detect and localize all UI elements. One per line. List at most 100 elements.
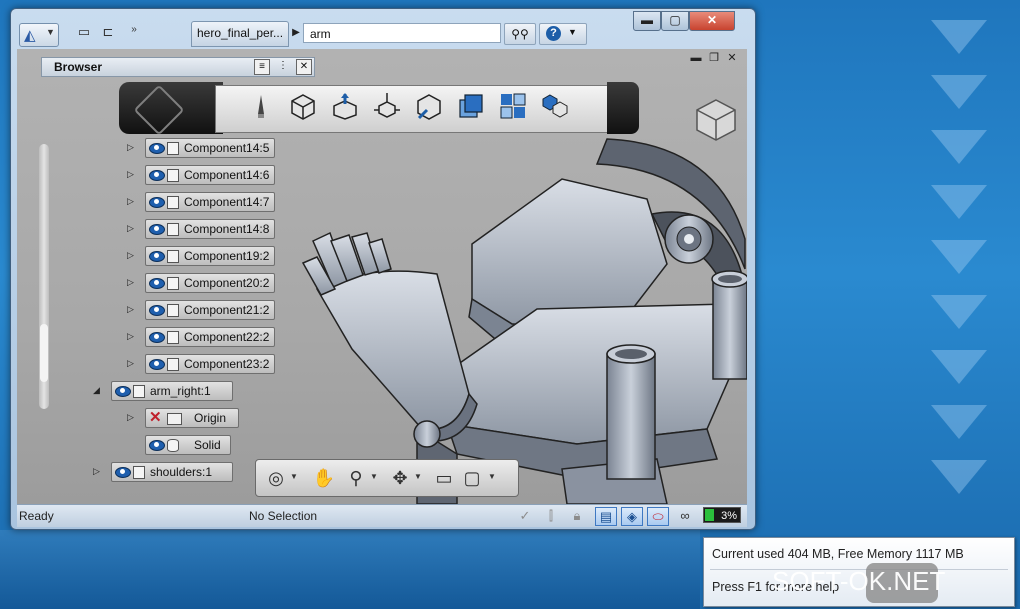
eye-icon[interactable] — [149, 143, 165, 154]
shape-toggle-icon[interactable]: ⬭ — [647, 507, 669, 526]
close-button[interactable]: ✕ — [689, 11, 735, 31]
tab-scroll-arrow-icon[interactable]: ▶ — [289, 23, 303, 43]
browser-close-icon[interactable]: ✕ — [296, 59, 312, 75]
eye-icon[interactable] — [149, 305, 165, 316]
minimize-button[interactable]: ▬ — [633, 11, 661, 31]
toolbar-mode-cap[interactable] — [119, 82, 223, 136]
expand-arrow-icon[interactable]: ▷ — [127, 331, 137, 342]
expand-arrow-icon[interactable]: ▷ — [127, 196, 137, 207]
browser-title: Browser — [54, 60, 103, 74]
grid-toggle-icon[interactable]: ▤ — [595, 507, 617, 526]
inspect-icon[interactable] — [415, 92, 443, 120]
binoculars-icon[interactable]: ⚲⚲ — [504, 23, 536, 45]
component-node[interactable]: Component20:2 — [145, 273, 275, 293]
view-cube-icon[interactable] — [693, 97, 739, 143]
close-pane-icon[interactable]: ✕ — [725, 52, 739, 66]
application-menu-button[interactable]: ◭ ▼ — [19, 23, 59, 47]
sketch-pencil-icon[interactable] — [247, 92, 275, 120]
more-commands-icon[interactable]: » — [123, 24, 145, 44]
expand-arrow-icon[interactable]: ▷ — [127, 250, 137, 261]
expand-arrow-icon[interactable]: ▷ — [93, 466, 103, 477]
layer-toggle-icon[interactable]: ◈ — [621, 507, 643, 526]
assembly-icon[interactable] — [541, 92, 569, 120]
eye-icon[interactable] — [149, 224, 165, 235]
document-tab[interactable]: hero_final_per... — [191, 21, 289, 47]
chevron-icon — [931, 130, 987, 164]
pin-icon[interactable]: ⋮ — [276, 59, 290, 73]
eye-icon[interactable] — [115, 467, 131, 478]
expand-arrow-icon[interactable]: ▷ — [127, 277, 137, 288]
eye-icon[interactable] — [149, 332, 165, 343]
eye-icon[interactable] — [149, 170, 165, 181]
component-node[interactable]: Component21:2 — [145, 300, 275, 320]
chevron-down-icon[interactable]: ▼ — [414, 472, 422, 481]
status-selection: No Selection — [249, 509, 318, 523]
collapse-arrow-icon[interactable]: ◢ — [93, 385, 103, 396]
expand-arrow-icon[interactable]: ▷ — [127, 304, 137, 315]
maximize-button[interactable]: ▢ — [661, 11, 689, 31]
toolbar-end-cap[interactable] — [607, 82, 639, 134]
pan-hand-icon[interactable]: ✋ — [312, 466, 336, 490]
window-icon[interactable] — [457, 92, 485, 120]
extrude-icon[interactable] — [331, 92, 359, 120]
chevron-down-icon: ▼ — [568, 27, 577, 37]
node-label: Component20:2 — [184, 276, 270, 290]
glasses-icon[interactable]: ∞ — [675, 507, 695, 524]
component-node[interactable]: Component14:8 — [145, 219, 275, 239]
node-label: Component22:2 — [184, 330, 270, 344]
component-node[interactable]: Component14:7 — [145, 192, 275, 212]
solid-body-icon — [167, 439, 179, 452]
solid-node[interactable]: Solid — [145, 435, 231, 455]
component-icon — [133, 466, 145, 479]
memory-indicator[interactable]: 3% — [703, 507, 741, 523]
chevron-down-icon[interactable]: ▼ — [488, 472, 496, 481]
component-node[interactable]: Component19:2 — [145, 246, 275, 266]
component-node[interactable]: Component22:2 — [145, 327, 275, 347]
expand-arrow-icon[interactable]: ▷ — [127, 169, 137, 180]
component-node[interactable]: Component14:5 — [145, 138, 275, 158]
help-button[interactable]: ? ▼ — [539, 23, 587, 45]
origin-node[interactable]: ✕ Origin — [145, 408, 239, 428]
eye-icon[interactable] — [149, 278, 165, 289]
grid-icon[interactable] — [499, 92, 527, 120]
checkmark-icon[interactable]: ✓ — [515, 507, 535, 524]
component-node[interactable]: shoulders:1 — [111, 462, 233, 482]
eye-icon[interactable] — [115, 386, 131, 397]
search-input[interactable]: arm — [303, 23, 501, 43]
component-node[interactable]: Component14:6 — [145, 165, 275, 185]
component-icon — [167, 277, 179, 290]
snap-icon[interactable]: ⫿ — [541, 507, 561, 524]
views-icon[interactable]: ▭ — [432, 466, 456, 490]
expand-arrow-icon[interactable]: ▷ — [127, 358, 137, 369]
component-node[interactable]: arm_right:1 — [111, 381, 233, 401]
chevron-down-icon[interactable]: ▼ — [290, 472, 298, 481]
node-label: Origin — [194, 411, 227, 425]
expand-arrow-icon[interactable]: ▷ — [127, 142, 137, 153]
open-folder-icon[interactable]: ⊏ — [97, 24, 119, 44]
expand-arrow-icon[interactable]: ▷ — [127, 412, 137, 423]
chevron-icon — [931, 185, 987, 219]
pivot-icon[interactable]: ✥ — [388, 466, 412, 490]
move-icon[interactable] — [373, 92, 401, 120]
component-node[interactable]: Component23:2 — [145, 354, 275, 374]
minimize-pane-icon[interactable]: ▬ — [689, 52, 703, 66]
modeling-toolbar — [119, 82, 639, 136]
lock-icon[interactable]: 🔒︎ — [567, 507, 587, 524]
zoom-icon[interactable]: ⚲ — [344, 466, 368, 490]
component-icon — [167, 358, 179, 371]
browser-menu-icon[interactable]: ≡ — [254, 59, 270, 75]
chevron-icon — [931, 405, 987, 439]
restore-pane-icon[interactable]: ❐ — [707, 52, 721, 66]
eye-icon[interactable] — [149, 440, 165, 451]
new-file-icon[interactable]: ▭ — [73, 24, 95, 44]
eye-icon[interactable] — [149, 251, 165, 262]
display-icon[interactable]: ▢ — [460, 466, 484, 490]
hidden-visibility-icon[interactable]: ✕ — [149, 410, 165, 425]
eye-icon[interactable] — [149, 359, 165, 370]
expand-arrow-icon[interactable]: ▷ — [127, 223, 137, 234]
orbit-icon[interactable]: ◎ — [264, 466, 288, 490]
chevron-down-icon[interactable]: ▼ — [370, 472, 378, 481]
browser-scroll-thumb[interactable] — [40, 324, 48, 382]
eye-icon[interactable] — [149, 197, 165, 208]
box-icon[interactable] — [289, 92, 317, 120]
